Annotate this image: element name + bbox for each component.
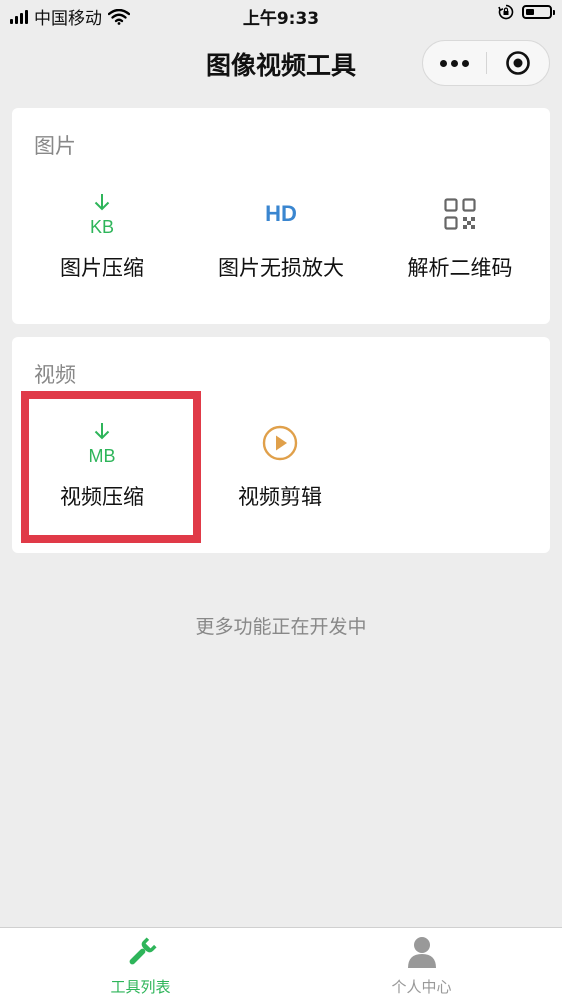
video-edit-label: 视频剪辑: [238, 485, 322, 509]
image-upscale-tool[interactable]: HD 图片无损放大: [206, 188, 356, 282]
tab-tool-list-label: 工具列表: [110, 978, 171, 996]
nav-bar: 图像视频工具: [0, 32, 562, 94]
more-dots-icon: [440, 59, 447, 67]
tab-profile[interactable]: 个人中心: [281, 928, 562, 1001]
status-bar: 中国移动 上午9:33: [0, 0, 562, 32]
wrench-icon: [0, 936, 281, 968]
image-section-title: 图片: [34, 134, 76, 158]
qr-decode-label: 解析二维码: [407, 256, 513, 280]
tab-tool-list[interactable]: 工具列表: [0, 928, 281, 1001]
qr-code-icon: [398, 188, 522, 240]
tab-bar: 工具列表 个人中心: [0, 927, 562, 1001]
image-compress-label: 图片压缩: [60, 256, 144, 280]
video-edit-tool[interactable]: 视频剪辑: [224, 417, 336, 511]
image-tools-card: 图片 KB 图片压缩 HD 图片无损放大 解析二维码: [12, 108, 550, 324]
image-upscale-label: 图片无损放大: [218, 256, 344, 280]
battery-icon: [522, 5, 555, 19]
more-features-note: 更多功能正在开发中: [195, 616, 367, 638]
status-right: [498, 4, 555, 20]
target-close-icon: [506, 51, 530, 75]
highlight-box: [21, 391, 201, 543]
mini-program-capsule: [422, 40, 550, 86]
close-button[interactable]: [487, 41, 549, 85]
kb-download-icon: KB: [44, 188, 160, 240]
more-button[interactable]: [423, 41, 486, 85]
clock: 上午9:33: [242, 9, 320, 29]
video-section-title: 视频: [34, 363, 76, 387]
image-compress-tool[interactable]: KB 图片压缩: [44, 188, 160, 282]
person-icon: [281, 936, 562, 968]
qr-decode-tool[interactable]: 解析二维码: [398, 188, 522, 282]
svg-text:KB: KB: [90, 217, 114, 237]
orientation-lock-icon: [498, 4, 514, 20]
play-circle-icon: [224, 417, 336, 469]
hd-icon: HD: [265, 201, 297, 226]
tab-profile-label: 个人中心: [391, 978, 452, 996]
